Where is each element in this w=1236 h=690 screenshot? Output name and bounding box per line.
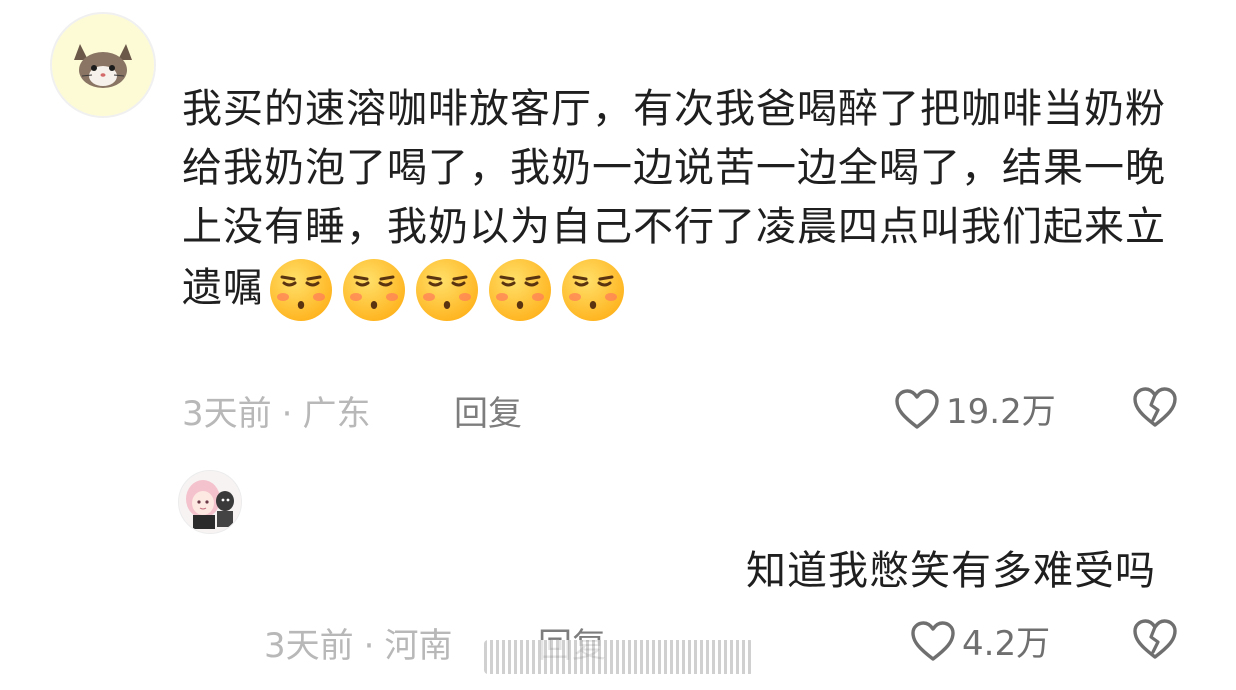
reply-location: 河南 — [384, 626, 453, 666]
broken-heart-icon[interactable] — [1132, 618, 1178, 660]
unamused-face-emoji — [343, 259, 405, 321]
reply-like-count: 4.2万 — [962, 624, 1051, 664]
unamused-face-emoji — [489, 259, 551, 321]
meta-separator: · — [281, 394, 293, 434]
broken-heart-icon[interactable] — [1132, 386, 1178, 428]
heart-outline-icon — [911, 620, 955, 661]
comment-thread: 我买的速溶咖啡放客厅，有次我爸喝醉了把咖啡当奶粉给我奶泡了喝了，我奶一边说苦一边… — [0, 0, 1236, 690]
emoji-group — [268, 257, 633, 323]
unamused-face-emoji — [562, 259, 624, 321]
comment-time: 3天前 — [182, 394, 272, 434]
reply-body: 知道我憋笑有多难受吗 — [746, 548, 1156, 594]
cat-avatar-icon — [52, 14, 154, 116]
reply-like-button[interactable]: 4.2万 — [910, 616, 1050, 665]
comment-meta: 3天前 · 广东 — [182, 386, 370, 435]
comment-location: 广东 — [302, 394, 371, 434]
unamused-face-emoji — [270, 259, 332, 321]
unamused-face-emoji — [416, 259, 478, 321]
like-button[interactable]: 19.2万 — [894, 384, 1056, 433]
meta-separator: · — [363, 626, 375, 666]
like-count: 19.2万 — [946, 392, 1056, 432]
reply-user-avatar[interactable] — [178, 470, 242, 534]
comment-body: 我买的速溶咖啡放客厅，有次我爸喝醉了把咖啡当奶粉给我奶泡了喝了，我奶一边说苦一边… — [182, 80, 1182, 323]
user-avatar[interactable] — [50, 12, 156, 118]
reply-button[interactable]: 回复 — [454, 386, 522, 435]
anime-girl-avatar-icon — [179, 471, 241, 533]
reply-time: 3天前 — [264, 626, 354, 666]
reply-meta: 3天前 · 河南 — [264, 618, 452, 667]
heart-outline-icon — [895, 388, 939, 429]
watermark-overlay — [484, 640, 754, 674]
